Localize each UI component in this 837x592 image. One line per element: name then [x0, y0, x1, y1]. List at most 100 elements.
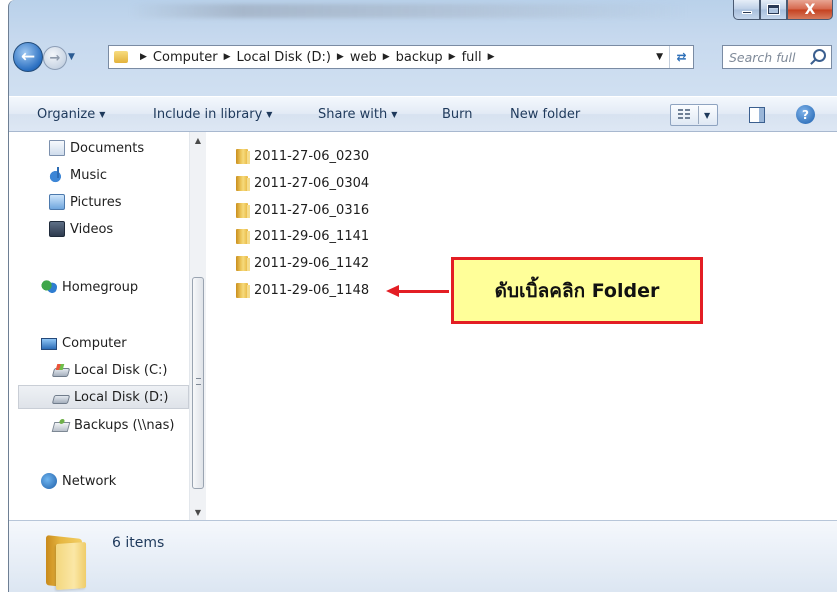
folder-icon — [236, 255, 250, 271]
refresh-button[interactable]: ⇄ — [669, 46, 693, 68]
item-count: 6 items — [112, 535, 165, 551]
scroll-thumb[interactable] — [192, 277, 204, 489]
system-disk-icon — [51, 368, 71, 377]
sidebar-item-backups-nas[interactable]: Backups (\\nas) — [51, 413, 175, 437]
annotation-arrowhead — [386, 285, 399, 297]
help-button[interactable]: ? — [796, 105, 815, 124]
navigation-pane: Documents Music Pictures Videos Homegrou… — [9, 132, 206, 520]
new-folder-button[interactable]: New folder — [510, 107, 580, 122]
sidebar-item-label: Network — [62, 473, 117, 489]
search-box[interactable]: Search full — [722, 45, 832, 69]
sidebar-item-label: Local Disk (D:) — [74, 389, 169, 405]
folder-name: 2011-27-06_0316 — [254, 202, 370, 218]
folder-icon — [236, 148, 250, 164]
folder-name: 2011-29-06_1142 — [254, 255, 370, 271]
sidebar-item-label: Videos — [70, 221, 114, 237]
title-bar[interactable]: X — [9, 0, 837, 40]
network-icon — [41, 473, 57, 489]
list-item[interactable]: 2011-29-06_1141 — [236, 225, 369, 247]
network-drive-icon — [51, 422, 71, 432]
back-button[interactable]: ← — [13, 42, 43, 72]
burn-button[interactable]: Burn — [442, 107, 473, 122]
chevron-right-icon[interactable]: ▶ — [224, 52, 231, 62]
folder-front — [56, 541, 86, 591]
chevron-right-icon[interactable]: ▶ — [337, 52, 344, 62]
share-with-button[interactable]: Share with ▼ — [318, 107, 397, 122]
breadcrumb-backup[interactable]: backup — [396, 50, 443, 65]
minimize-button[interactable] — [733, 0, 760, 20]
list-item-target[interactable]: 2011-29-06_1148 — [236, 279, 369, 301]
organize-button[interactable]: Organize ▼ — [37, 107, 105, 122]
address-bar-row: ← → ▼ ▶ Computer ▶ Local Disk (D:) ▶ web… — [9, 40, 837, 73]
include-in-library-button[interactable]: Include in library ▼ — [153, 107, 272, 122]
close-button[interactable]: X — [787, 0, 833, 20]
list-item[interactable]: 2011-27-06_0230 — [236, 145, 369, 167]
folder-icon — [236, 202, 250, 218]
disk-icon — [51, 395, 71, 404]
sidebar-item-videos[interactable]: Videos — [49, 217, 113, 241]
folder-name: 2011-27-06_0304 — [254, 175, 370, 191]
address-bar[interactable]: ▶ Computer ▶ Local Disk (D:) ▶ web ▶ bac… — [108, 45, 694, 69]
scroll-up-button[interactable]: ▲ — [190, 132, 206, 148]
blurred-title-area — [129, 4, 689, 18]
organize-label: Organize — [37, 107, 96, 122]
music-icon — [49, 167, 65, 183]
chevron-right-icon[interactable]: ▶ — [488, 52, 495, 62]
breadcrumb: ▶ Computer ▶ Local Disk (D:) ▶ web ▶ bac… — [134, 50, 501, 65]
computer-icon — [41, 338, 57, 350]
list-item[interactable]: 2011-27-06_0316 — [236, 199, 369, 221]
chevron-right-icon[interactable]: ▶ — [449, 52, 456, 62]
breadcrumb-local-disk-d[interactable]: Local Disk (D:) — [236, 50, 330, 65]
folder-name: 2011-27-06_0230 — [254, 148, 370, 164]
folder-icon — [236, 228, 250, 244]
chevron-right-icon[interactable]: ▶ — [383, 52, 390, 62]
folder-icon — [236, 175, 250, 191]
sidebar-item-label: Backups (\\nas) — [74, 417, 175, 433]
change-view-button[interactable]: ▼ — [670, 104, 718, 126]
sidebar-item-local-disk-d[interactable]: Local Disk (D:) — [18, 385, 189, 409]
list-item[interactable]: 2011-27-06_0304 — [236, 172, 369, 194]
burn-label: Burn — [442, 107, 473, 122]
sidebar-item-homegroup[interactable]: Homegroup — [41, 275, 138, 299]
close-icon: X — [804, 1, 816, 18]
annotation-callout: ดับเบิ้ลคลิก Folder — [451, 257, 703, 324]
sidebar-item-network[interactable]: Network — [41, 469, 116, 493]
chevron-down-icon: ▼ — [266, 110, 273, 119]
preview-pane-button[interactable] — [749, 107, 765, 123]
sidebar-item-pictures[interactable]: Pictures — [49, 190, 121, 214]
sidebar-item-label: Homegroup — [62, 279, 139, 295]
explorer-window: X ← → ▼ ▶ Computer ▶ Local Disk (D:) ▶ w… — [8, 0, 837, 592]
sidebar-item-label: Local Disk (C:) — [74, 362, 168, 378]
chevron-right-icon[interactable]: ▶ — [140, 52, 147, 62]
sidebar-item-label: Documents — [70, 140, 145, 156]
forward-arrow-icon: → — [49, 50, 61, 66]
sidebar-item-documents[interactable]: Documents — [49, 136, 144, 160]
sidebar-item-music[interactable]: Music — [49, 163, 107, 187]
folder-icon — [114, 51, 128, 63]
search-input[interactable]: Search full — [729, 50, 795, 65]
search-icon[interactable] — [813, 49, 826, 62]
chevron-down-icon: ▼ — [391, 110, 398, 119]
sidebar-item-computer[interactable]: Computer — [41, 331, 127, 355]
sidebar-item-local-disk-c[interactable]: Local Disk (C:) — [51, 358, 168, 382]
breadcrumb-full[interactable]: full — [462, 50, 482, 65]
breadcrumb-computer[interactable]: Computer — [153, 50, 218, 65]
command-bar: Organize ▼ Include in library ▼ Share with… — [9, 96, 837, 132]
annotation-arrow — [397, 290, 449, 293]
maximize-icon — [768, 5, 779, 14]
include-in-library-label: Include in library — [153, 107, 263, 122]
address-history-dropdown[interactable]: ▼ — [656, 52, 663, 62]
navigation-scrollbar[interactable]: ▲ ▼ — [189, 132, 206, 520]
pictures-icon — [49, 194, 65, 210]
maximize-button[interactable] — [760, 0, 787, 20]
recent-pages-dropdown[interactable]: ▼ — [68, 52, 78, 62]
forward-button[interactable]: → — [43, 46, 67, 70]
share-with-label: Share with — [318, 107, 388, 122]
list-item[interactable]: 2011-29-06_1142 — [236, 252, 369, 274]
chevron-down-icon: ▼ — [99, 110, 106, 119]
breadcrumb-web[interactable]: web — [350, 50, 377, 65]
folder-name: 2011-29-06_1148 — [254, 282, 370, 298]
new-folder-label: New folder — [510, 107, 581, 122]
chevron-down-icon[interactable]: ▼ — [704, 111, 710, 120]
scroll-down-button[interactable]: ▼ — [190, 504, 206, 520]
